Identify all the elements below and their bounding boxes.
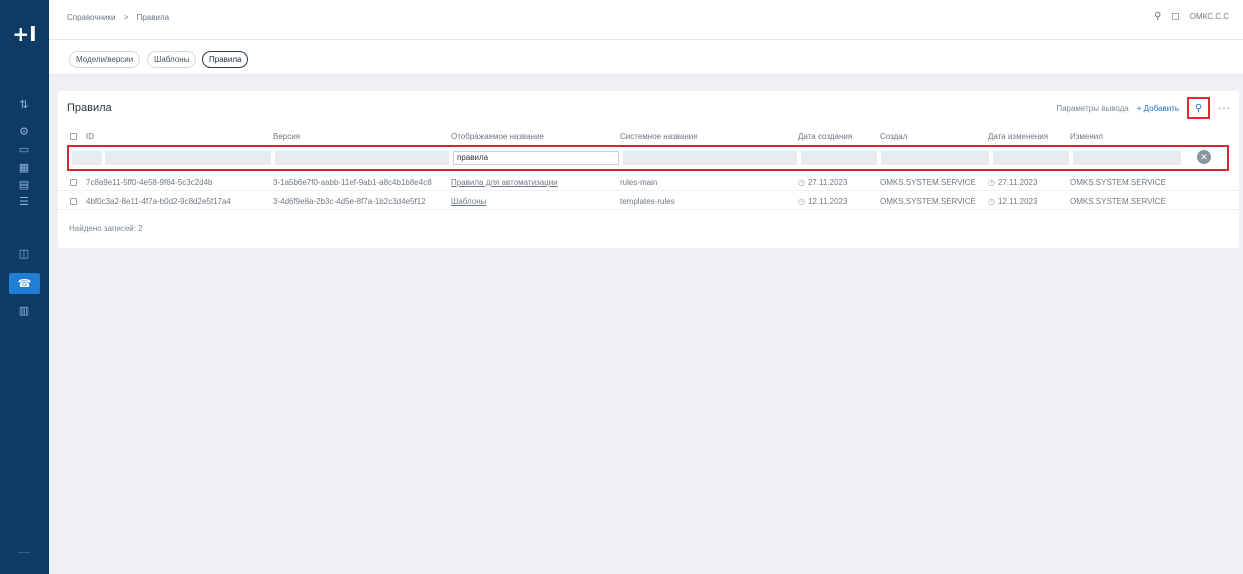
clipboard-icon: ▭: [18, 142, 30, 156]
cell-modified-date: ◷ 12.11.2023: [988, 197, 1068, 206]
sidebar-item-clipboard[interactable]: ▭: [15, 141, 33, 157]
filter-row: правила ✕: [67, 145, 1229, 171]
records-count: Найдено записей: 2: [69, 224, 143, 233]
cell-version: 3-4d6f9e8a-2b3c-4d5e-8f7a-1b2c3d4e5f12: [273, 197, 426, 206]
breadcrumb-item-references[interactable]: Справочники: [67, 13, 115, 22]
sidebar-item-database[interactable]: ◫: [15, 245, 33, 261]
cell-id: 4bf0c3a2-8e11-4f7a-b0d2-9c8d2e5f17a4: [86, 197, 231, 206]
cell-created-date: ◷ 12.11.2023: [798, 197, 878, 206]
cell-version: 3-1a5b6e7f0-aabb-11ef-9ab1-a8c4b1b8e4c8: [273, 178, 432, 187]
tab-templates[interactable]: Шаблоны: [147, 51, 197, 68]
tab-rules[interactable]: Правила: [202, 51, 249, 68]
tab-models-versions[interactable]: Модели/версии: [69, 51, 141, 68]
column-header-version[interactable]: Версия: [273, 132, 300, 141]
clock-icon: ◷: [798, 197, 805, 206]
tabs-bar: Модели/версии Шаблоны Правила: [49, 40, 1243, 75]
filter-system-name-input[interactable]: [623, 151, 797, 165]
table-icon: ▥: [18, 303, 30, 317]
breadcrumb-separator: >: [123, 13, 129, 22]
filter-icon: ⚲: [1194, 102, 1203, 114]
column-header-modified-by[interactable]: Изменил: [1070, 132, 1103, 141]
user-name[interactable]: ОМКС.С.С: [1190, 12, 1229, 21]
filter-id-input[interactable]: [105, 151, 271, 165]
cell-created-by: OMKS.SYSTEM.SERVICE: [880, 178, 976, 187]
output-settings-link[interactable]: Параметры вывода: [1056, 104, 1128, 113]
cell-created-by: OMKS.SYSTEM.SERVICE: [880, 197, 976, 206]
clock-icon: ◷: [988, 197, 995, 206]
created-date-value: 27.11.2023: [807, 178, 848, 187]
page-title: Правила: [67, 102, 112, 114]
cell-modified-date: ◷ 27.11.2023: [988, 178, 1068, 187]
sidebar-item-table[interactable]: ▥: [15, 302, 33, 318]
cell-modified-by: OMKS.SYSTEM.SERVICE: [1070, 178, 1166, 187]
sidebar-item-card[interactable]: ▤: [15, 176, 33, 192]
column-header-created-by[interactable]: Создал: [880, 132, 907, 141]
top-header: Справочники > Правила ⚲ ◻ ОМКС.С.С: [49, 0, 1243, 40]
database-icon: ◫: [18, 246, 30, 260]
notification-icon[interactable]: ◻: [1171, 11, 1179, 22]
filter-created-date-input[interactable]: [801, 151, 877, 165]
filter-display-name-input[interactable]: правила: [453, 151, 619, 165]
modified-date-value: 12.11.2023: [997, 197, 1038, 206]
row-checkbox[interactable]: [70, 179, 77, 186]
header-actions: ⚲ ◻ ОМКС.С.С: [1154, 11, 1229, 22]
sidebar-item-list[interactable]: ☰: [15, 193, 33, 209]
clear-filter-icon[interactable]: ✕: [1197, 150, 1211, 164]
rules-card: Правила Параметры вывода + Добавить ⚲ ··…: [58, 91, 1239, 248]
table-row[interactable]: 4bf0c3a2-8e11-4f7a-b0d2-9c8d2e5f17a4 3-4…: [58, 192, 1239, 210]
column-header-created-date[interactable]: Дата создания: [798, 132, 852, 141]
table-row[interactable]: 7c8a9e11-5ff0-4e58-9f64-5c3c2d4b 3-1a5b6…: [58, 173, 1239, 191]
grid-icon: ▦: [18, 160, 30, 174]
clock-icon: ◷: [988, 178, 995, 187]
sidebar-item-chart[interactable]: ⇅: [15, 96, 33, 112]
column-header-display-name[interactable]: Отображаемое название: [451, 132, 544, 141]
column-header-modified-date[interactable]: Дата изменения: [988, 132, 1048, 141]
filter-modified-date-input[interactable]: [993, 151, 1069, 165]
sidebar-item-settings[interactable]: ⚙: [15, 123, 33, 139]
sidebar: +I ⇅ ⚙ ▭ ▦ ▤ ☰ ◫ ☎ ▥: [0, 0, 49, 574]
cell-display-name-link[interactable]: Правила для автоматизации: [451, 178, 611, 187]
filter-created-by-input[interactable]: [881, 151, 989, 165]
phone-icon: ☎: [17, 277, 32, 290]
card-actions: Параметры вывода + Добавить ⚲ ···: [1056, 97, 1231, 119]
filter-cell-checkbox: [72, 151, 102, 165]
column-header-id[interactable]: ID: [86, 132, 94, 141]
card-icon: ▤: [18, 177, 30, 191]
table-header: ID Версия Отображаемое название Системно…: [58, 129, 1239, 145]
sidebar-item-phone[interactable]: ☎: [9, 273, 40, 294]
column-header-system-name[interactable]: Системное название: [620, 132, 698, 141]
chart-icon: ⇅: [19, 97, 29, 111]
gear-icon: ⚙: [19, 124, 29, 138]
search-icon[interactable]: ⚲: [1154, 11, 1161, 22]
modified-date-value: 27.11.2023: [997, 178, 1038, 187]
created-date-value: 12.11.2023: [807, 197, 848, 206]
add-button[interactable]: + Добавить: [1137, 104, 1179, 113]
filter-version-input[interactable]: [275, 151, 449, 165]
more-menu-icon[interactable]: ···: [1218, 103, 1231, 114]
clock-icon: ◷: [798, 178, 805, 187]
breadcrumb-item-rules: Правила: [136, 13, 170, 22]
breadcrumb: Справочники > Правила: [67, 13, 175, 22]
cell-system-name: templates-rules: [620, 197, 675, 206]
sidebar-item-grid[interactable]: ▦: [15, 159, 33, 175]
sidebar-footer-divider: [18, 552, 30, 558]
list-icon: ☰: [19, 194, 29, 208]
cell-modified-by: OMKS.SYSTEM.SERVICE: [1070, 197, 1166, 206]
row-checkbox[interactable]: [70, 198, 77, 205]
filter-button[interactable]: ⚲: [1187, 97, 1210, 119]
cell-id: 7c8a9e11-5ff0-4e58-9f64-5c3c2d4b: [86, 178, 213, 187]
cell-system-name: rules-main: [620, 178, 658, 187]
cell-created-date: ◷ 27.11.2023: [798, 178, 878, 187]
app-logo: +I: [12, 22, 37, 46]
filter-modified-by-input[interactable]: [1073, 151, 1181, 165]
cell-display-name-link[interactable]: Шаблоны: [451, 197, 611, 206]
select-all-checkbox[interactable]: [70, 133, 77, 140]
